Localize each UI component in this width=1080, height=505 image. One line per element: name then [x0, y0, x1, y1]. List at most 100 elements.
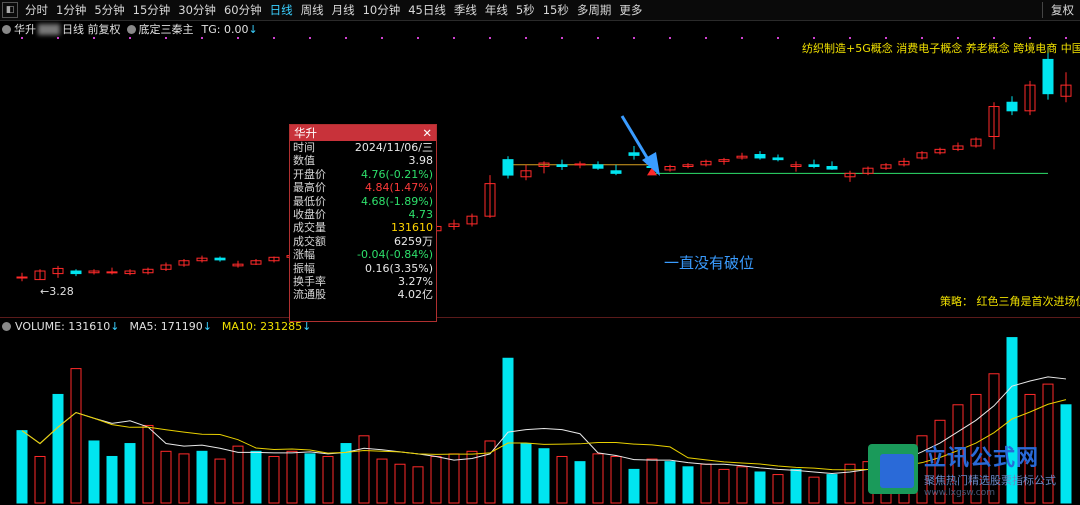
- low-price-label: ←3.28: [40, 285, 74, 298]
- popup-row-label: 收盘价: [293, 207, 326, 221]
- popup-row-label: 涨幅: [293, 248, 315, 262]
- marker-dot: [525, 37, 527, 39]
- popup-row-value: 4.02亿: [397, 288, 434, 302]
- popup-row: 涨幅 -0.04(-0.84%): [290, 248, 436, 261]
- volume-bar: [628, 468, 640, 504]
- volume-bar: [160, 450, 172, 504]
- candle-body: [106, 271, 118, 274]
- marker-dot: [1065, 37, 1067, 39]
- volume-bar: [610, 455, 622, 504]
- marker-dot: [93, 37, 95, 39]
- popup-row-value: 4.68(-1.89%): [361, 194, 433, 208]
- popup-row: 成交额 6259万: [290, 235, 436, 248]
- popup-rows: 时间 2024/11/06/三 数值 3.98 开盘价 4.76(-0.21%) 最高价 4.…: [290, 141, 436, 302]
- popup-row-value: -0.04(-0.84%): [357, 248, 433, 262]
- candle-body: [772, 157, 784, 161]
- marker-dot: [381, 37, 383, 39]
- volume-bar: [682, 466, 694, 504]
- candle-detail-popup: 华升 ✕ 时间 2024/11/06/三 数值 3.98 开盘价 4.76(-0.21%)…: [289, 124, 437, 322]
- marker-dot: [993, 37, 995, 39]
- marker-dot: [669, 37, 671, 39]
- volume-bar: [232, 445, 244, 504]
- popup-row: 开盘价 4.76(-0.21%): [290, 168, 436, 181]
- popup-row-label: 最低价: [293, 194, 326, 208]
- popup-row-label: 最高价: [293, 181, 326, 195]
- volume-bar: [412, 466, 424, 504]
- kline-chart[interactable]: [0, 0, 1080, 505]
- volume-bar: [394, 463, 406, 504]
- popup-row: 换手率 3.27%: [290, 275, 436, 288]
- candle-body: [826, 166, 838, 170]
- volume-bar: [736, 466, 748, 504]
- popup-row-value: 0.16(3.35%): [364, 261, 433, 275]
- volume-header: VOLUME: 131610 ↓ MA5: 171190 ↓ MA10: 23128…: [0, 317, 1080, 334]
- annotation-text: 一直没有破位: [664, 254, 755, 272]
- popup-title: 华升: [294, 126, 317, 140]
- volume-bar: [34, 455, 46, 504]
- marker-dot: [165, 37, 167, 39]
- marker-dot: [1029, 37, 1031, 39]
- volume-bar: [754, 471, 766, 504]
- candle-body: [628, 152, 640, 156]
- marker-dot: [237, 37, 239, 39]
- volume-bar: [502, 357, 514, 504]
- volume-toggle-icon[interactable]: [2, 321, 11, 331]
- volume-bar: [124, 443, 136, 504]
- popup-row-value: 4.76(-0.21%): [361, 167, 433, 181]
- popup-row-value: 3.27%: [398, 274, 433, 288]
- marker-dot: [561, 37, 563, 39]
- popup-row-value: 6259万: [394, 234, 433, 248]
- volume-bar: [16, 430, 28, 504]
- volume-down-arrow-icon: ↓: [110, 319, 120, 333]
- volume-bar: [268, 455, 280, 504]
- volume-bar: [538, 448, 550, 504]
- popup-row: 数值 3.98: [290, 154, 436, 167]
- marker-dot: [273, 37, 275, 39]
- candle-body: [214, 257, 226, 261]
- volume-bar: [358, 435, 370, 504]
- watermark-logo-icon: [868, 444, 918, 494]
- popup-row: 最高价 4.84(1.47%): [290, 181, 436, 194]
- close-icon[interactable]: ✕: [422, 126, 432, 140]
- volume-bar: [430, 455, 442, 504]
- marker-dot: [21, 37, 23, 39]
- volume-bar: [250, 450, 262, 504]
- volume-bar: [574, 461, 586, 504]
- volume-bar: [646, 458, 658, 504]
- candle-body: [70, 270, 82, 275]
- volume-bar: [214, 458, 226, 504]
- candle-body: [556, 164, 568, 168]
- popup-row-value: 4.73: [408, 207, 434, 221]
- marker-dot: [849, 37, 851, 39]
- marker-dot: [705, 37, 707, 39]
- volume-bar: [700, 463, 712, 504]
- volume-bar: [52, 393, 64, 504]
- marker-dot: [309, 37, 311, 39]
- watermark-subtitle: 聚焦热门精选股票指标公式: [924, 474, 1056, 487]
- volume-bar: [520, 443, 532, 504]
- popup-row-label: 开盘价: [293, 167, 326, 181]
- marker-dot: [921, 37, 923, 39]
- candle-body: [1042, 58, 1054, 95]
- marker-dot: [777, 37, 779, 39]
- volume-bar: [592, 453, 604, 504]
- marker-dot: [957, 37, 959, 39]
- popup-row-label: 时间: [293, 141, 315, 154]
- volume-bar: [88, 440, 100, 504]
- marker-dot: [885, 37, 887, 39]
- volume-bar: [772, 474, 784, 504]
- candle-body: [1006, 101, 1018, 112]
- volume-bar: [106, 455, 118, 504]
- popup-row-value: 3.98: [408, 154, 434, 168]
- watermark-logo: 立讯公式网 聚焦热门精选股票指标公式 www.lxgsw.com: [868, 438, 1078, 500]
- concept-tags: 纺织制造+5G概念 消费电子概念 养老概念 跨境电商 中国: [802, 42, 1080, 55]
- popup-header[interactable]: 华升 ✕: [290, 125, 436, 141]
- popup-row-value: 4.84(1.47%): [364, 181, 433, 195]
- marker-dot: [345, 37, 347, 39]
- candle-body: [754, 154, 766, 159]
- volume-bar: [808, 476, 820, 504]
- popup-row-label: 振幅: [293, 261, 315, 275]
- volume-bar: [448, 453, 460, 504]
- volume-value: VOLUME: 131610: [15, 319, 111, 333]
- volume-bar: [196, 450, 208, 504]
